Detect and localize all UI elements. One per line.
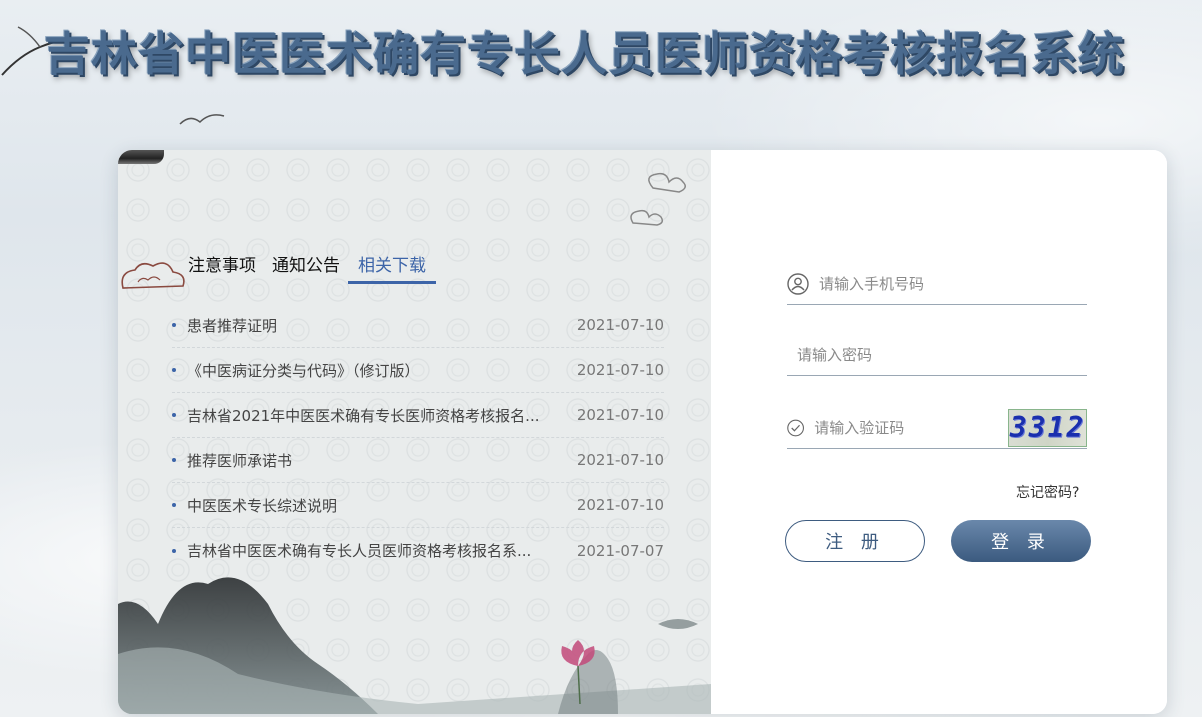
list-item[interactable]: 患者推荐证明 2021-07-10	[172, 303, 664, 348]
tab-announcements[interactable]: 通知公告	[264, 254, 348, 284]
download-list: 患者推荐证明 2021-07-10 《中医病证分类与代码》（修订版） 2021-…	[172, 303, 664, 573]
phone-field	[787, 263, 1087, 305]
check-circle-icon	[787, 419, 804, 436]
bullet-icon	[172, 413, 176, 417]
cloud-decoration-icon	[630, 172, 686, 226]
user-icon	[787, 272, 809, 295]
notice-tabs: 注意事项 通知公告 相关下载	[180, 254, 436, 284]
bullet-icon	[172, 548, 176, 553]
bullet-icon	[172, 323, 176, 327]
phone-input[interactable]	[819, 268, 1087, 299]
captcha-image[interactable]: 3312	[1008, 408, 1087, 447]
main-card: 注意事项 通知公告 相关下载 患者推荐证明 2021-07-10 《中医病证分类…	[118, 150, 1167, 714]
bullet-icon	[172, 458, 176, 462]
password-field	[787, 334, 1087, 376]
login-button[interactable]: 登 录	[951, 520, 1091, 562]
item-date: 2021-07-10	[576, 406, 664, 424]
list-item[interactable]: 《中医病证分类与代码》（修订版） 2021-07-10	[172, 348, 664, 393]
forgot-password-link[interactable]: 忘记密码?	[1016, 482, 1079, 502]
landscape-painting	[118, 577, 711, 714]
item-name[interactable]: 推荐医师承诺书	[187, 450, 292, 471]
list-item[interactable]: 吉林省2021年中医医术确有专长医师资格考核报名... 2021-07-10	[172, 393, 664, 438]
captcha-field: 3312	[787, 407, 1087, 449]
item-date: 2021-07-07	[576, 541, 664, 560]
item-name[interactable]: 吉林省中医医术确有专长人员医师资格考核报名系...	[187, 540, 531, 561]
register-button[interactable]: 注 册	[785, 520, 925, 562]
item-date: 2021-07-10	[576, 361, 664, 379]
item-name[interactable]: 患者推荐证明	[187, 315, 277, 336]
login-panel: 3312 忘记密码? 注 册 登 录	[711, 150, 1167, 714]
bullet-icon	[172, 368, 176, 372]
tab-notes[interactable]: 注意事项	[180, 254, 264, 284]
captcha-input[interactable]	[814, 412, 1009, 443]
item-name[interactable]: 中医医术专长综述说明	[187, 495, 337, 516]
item-name[interactable]: 吉林省2021年中医医术确有专长医师资格考核报名...	[187, 405, 539, 426]
list-item[interactable]: 中医医术专长综述说明 2021-07-10	[172, 483, 664, 528]
scroll-decoration	[118, 150, 164, 164]
list-item[interactable]: 推荐医师承诺书 2021-07-10	[172, 438, 664, 483]
bullet-icon	[172, 503, 176, 507]
tab-downloads[interactable]: 相关下载	[348, 254, 436, 284]
item-date: 2021-07-10	[576, 496, 664, 514]
item-date: 2021-07-10	[576, 316, 664, 334]
password-input[interactable]	[797, 339, 991, 370]
page-title: 吉林省中医医术确有专长人员医师资格考核报名系统	[44, 27, 1125, 81]
item-name[interactable]: 《中医病证分类与代码》（修订版）	[187, 360, 420, 381]
item-date: 2021-07-10	[576, 451, 664, 469]
info-panel: 注意事项 通知公告 相关下载 患者推荐证明 2021-07-10 《中医病证分类…	[118, 150, 711, 714]
bird-icon	[179, 114, 225, 125]
